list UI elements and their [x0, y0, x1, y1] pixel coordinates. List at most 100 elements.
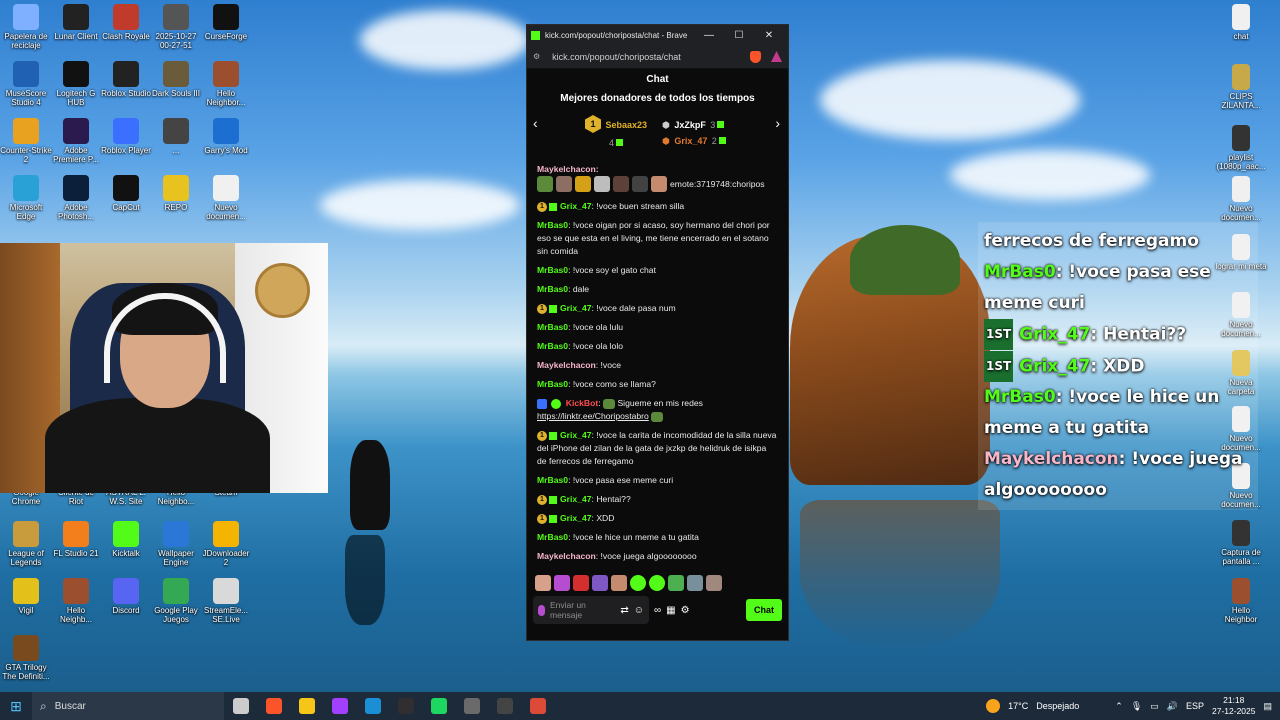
chat-messages[interactable]: Maykelchacon: emote:3719748:choripos 1 Gr…: [527, 161, 788, 573]
clock[interactable]: 21:18 27-12-2025: [1212, 695, 1255, 717]
weather-icon[interactable]: [986, 699, 1001, 713]
desktop-icon[interactable]: StreamEle... SE.Live: [200, 578, 252, 624]
desktop-icon[interactable]: Discord: [100, 578, 152, 615]
desktop-icon[interactable]: Adobe Premiere P...: [50, 118, 102, 164]
chat-username[interactable]: MrBas0: [537, 265, 568, 275]
emote-icon[interactable]: [630, 575, 646, 591]
brave-icon[interactable]: [257, 698, 290, 714]
file-explorer-icon[interactable]: [290, 698, 323, 714]
brave-rewards-icon[interactable]: [771, 51, 782, 62]
desktop-icon[interactable]: Google Play Juegos: [150, 578, 202, 624]
desktop-icon[interactable]: Adobe Photosh...: [50, 175, 102, 221]
desktop-icon[interactable]: chat: [1215, 4, 1267, 41]
chat-username[interactable]: Maykelchacon:: [537, 164, 599, 174]
chat-username[interactable]: MrBas0: [537, 284, 568, 294]
language-indicator[interactable]: ESP: [1186, 701, 1204, 711]
desktop-icon[interactable]: Dark Souls III: [150, 61, 202, 98]
desktop-icon[interactable]: Captura de pantalla ...: [1215, 520, 1267, 566]
obs-icon[interactable]: [389, 698, 422, 714]
chevron-left-icon[interactable]: ‹: [533, 115, 538, 131]
chat-username[interactable]: MrBas0: [537, 475, 568, 485]
desktop-icon[interactable]: playlist (1080p_aac...: [1215, 125, 1267, 171]
microphone-icon[interactable]: [538, 604, 545, 616]
desktop-icon[interactable]: Nuevo documen...: [200, 175, 252, 221]
emote-icon[interactable]: [706, 575, 722, 591]
spotify-icon[interactable]: [422, 698, 455, 714]
emote-icon[interactable]: [592, 575, 608, 591]
desktop-icon[interactable]: Kicktalk: [100, 521, 152, 558]
chat-username[interactable]: Grix_47: [560, 430, 592, 440]
desktop-icon[interactable]: Clash Royale: [100, 4, 152, 41]
chat-send-button[interactable]: Chat: [746, 599, 782, 621]
desktop-icon[interactable]: FL Studio 21: [50, 521, 102, 558]
chat-username[interactable]: MrBas0: [537, 322, 568, 332]
maximize-icon[interactable]: ☐: [724, 30, 754, 41]
minimize-icon[interactable]: —: [694, 30, 724, 41]
obs-studio-icon[interactable]: [488, 698, 521, 714]
desktop-icon[interactable]: CurseForge: [200, 4, 252, 41]
chevron-up-icon[interactable]: ⌃: [1115, 701, 1123, 712]
desktop-icon[interactable]: 2025-10-27 00-27-51: [150, 4, 202, 50]
chat-username[interactable]: MrBas0: [537, 341, 568, 351]
settings-icon[interactable]: ⚙: [681, 605, 690, 616]
chrome-icon[interactable]: [521, 698, 554, 714]
desktop-icon[interactable]: ...: [150, 118, 202, 155]
weather-desc[interactable]: Despejado: [1036, 701, 1079, 711]
desktop-icon[interactable]: Roblox Player: [100, 118, 152, 155]
emote-icon[interactable]: [535, 575, 551, 591]
site-settings-icon[interactable]: ⚙: [533, 52, 540, 61]
chat-username[interactable]: Maykelchacon: [537, 360, 596, 370]
translate-icon[interactable]: ⇄: [620, 605, 628, 616]
messenger-icon[interactable]: [323, 698, 356, 714]
chat-username[interactable]: KickBot: [566, 398, 598, 408]
network-icon[interactable]: ▭: [1150, 701, 1159, 712]
chat-username[interactable]: MrBas0: [537, 532, 568, 542]
desktop-icon[interactable]: Hello Neighbor: [1215, 578, 1267, 624]
chat-username[interactable]: Grix_47: [560, 494, 592, 504]
chat-username[interactable]: Grix_47: [560, 201, 592, 211]
close-icon[interactable]: ✕: [754, 30, 784, 41]
desktop-icon[interactable]: Nuevo documen...: [1215, 176, 1267, 222]
volume-icon[interactable]: 🔊: [1167, 701, 1178, 712]
desktop-icon[interactable]: MuseScore Studio 4: [0, 61, 52, 107]
steam-icon[interactable]: [356, 698, 389, 714]
chevron-right-icon[interactable]: ›: [775, 115, 780, 131]
weather-temp[interactable]: 17°C: [1008, 701, 1028, 711]
emote-icon[interactable]: [573, 575, 589, 591]
emote-icon[interactable]: [668, 575, 684, 591]
notifications-icon[interactable]: ▤: [1263, 701, 1272, 712]
desktop-icon[interactable]: JDownloader 2: [200, 521, 252, 567]
chat-input[interactable]: Enviar un mensaje ⇄ ☺: [533, 596, 649, 624]
chat-username[interactable]: MrBas0: [537, 220, 568, 230]
desktop-icon[interactable]: Garry's Mod: [200, 118, 252, 155]
desktop-icon[interactable]: Vigil: [0, 578, 52, 615]
desktop-icon[interactable]: Wallpaper Engine: [150, 521, 202, 567]
chat-username[interactable]: Grix_47: [560, 513, 592, 523]
chat-username[interactable]: Maykelchacon: [537, 551, 596, 561]
store-icon[interactable]: ▦: [666, 605, 675, 616]
emote-icon[interactable]: [687, 575, 703, 591]
brave-shields-icon[interactable]: [750, 50, 761, 63]
task-view-icon[interactable]: [224, 698, 257, 714]
desktop-icon[interactable]: Counter-Strike 2: [0, 118, 52, 164]
desktop-icon[interactable]: Microsoft Edge: [0, 175, 52, 221]
desktop-icon[interactable]: CapCut: [100, 175, 152, 212]
desktop-icon[interactable]: Hello Neighb...: [50, 578, 102, 624]
desktop-icon[interactable]: REPO: [150, 175, 202, 212]
desktop-icon[interactable]: Lunar Client: [50, 4, 102, 41]
desktop-icon[interactable]: Logitech G HUB: [50, 61, 102, 107]
emoji-icon[interactable]: ☺: [634, 605, 644, 616]
desktop-icon[interactable]: CLIPS ZILANTA...: [1215, 64, 1267, 110]
chat-username[interactable]: MrBas0: [537, 379, 568, 389]
microphone-tray-icon[interactable]: 🎙: [1131, 701, 1142, 712]
points-icon[interactable]: ∞: [654, 605, 661, 616]
url-field[interactable]: kick.com/popout/choriposta/chat: [552, 52, 744, 62]
desktop-icon[interactable]: Hello Neighbor...: [200, 61, 252, 107]
desktop-icon[interactable]: Roblox Studio: [100, 61, 152, 98]
taskbar-search[interactable]: ⌕ Buscar: [32, 692, 224, 720]
emote-icon[interactable]: [611, 575, 627, 591]
chat-username[interactable]: Grix_47: [560, 303, 592, 313]
chat-link[interactable]: https://linktr.ee/Choripostabro: [537, 411, 649, 421]
desktop-icon[interactable]: League of Legends: [0, 521, 52, 567]
app-icon[interactable]: [455, 698, 488, 714]
